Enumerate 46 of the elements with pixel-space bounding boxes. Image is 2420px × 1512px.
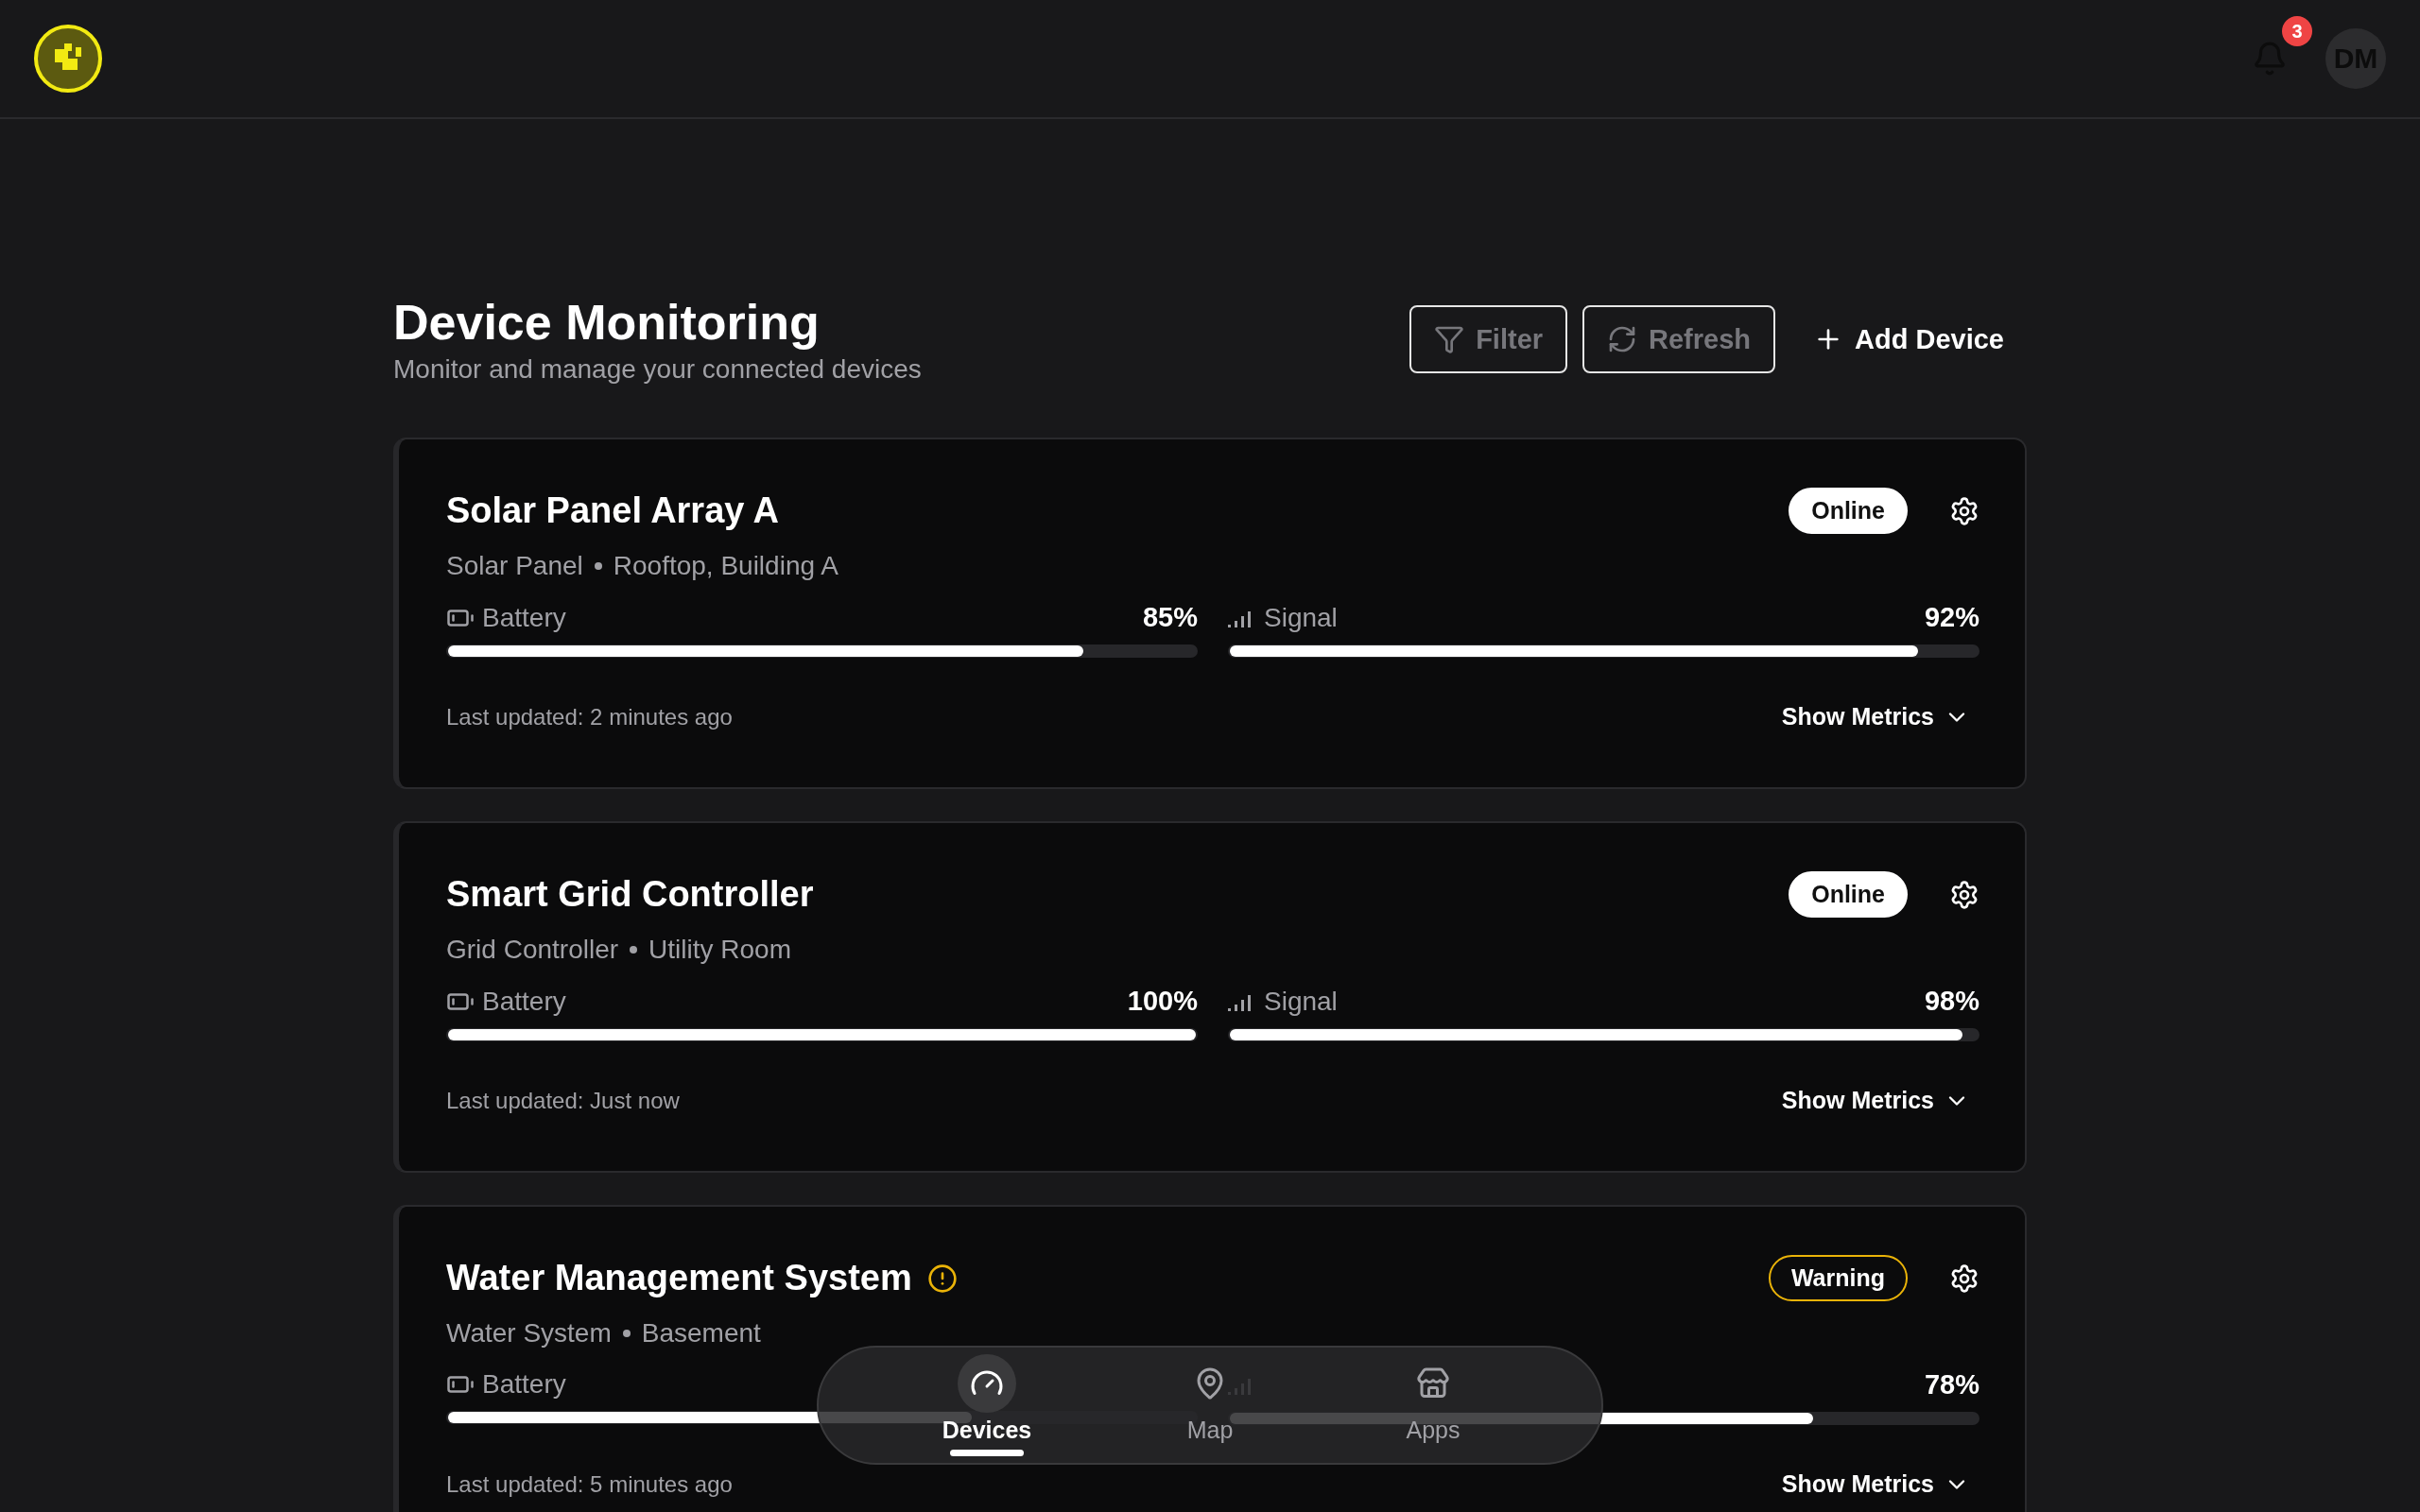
metric-label: Signal xyxy=(1264,602,1338,633)
metric-label: Battery xyxy=(482,986,566,1017)
filter-icon xyxy=(1434,324,1465,354)
status-badge: Warning xyxy=(1768,1255,1908,1301)
metric-label: Battery xyxy=(482,602,566,633)
device-type: Solar Panel xyxy=(446,551,583,581)
logo-icon xyxy=(34,25,102,93)
metric-label: Battery xyxy=(482,1369,566,1400)
separator-dot xyxy=(630,946,638,954)
show-metrics-button[interactable]: Show Metrics xyxy=(1781,1087,1979,1114)
metric-value: 85% xyxy=(1142,602,1198,633)
metric-label: Signal xyxy=(1264,986,1338,1017)
toolbar-button[interactable]: Refresh xyxy=(1582,305,1776,373)
separator-dot xyxy=(622,1330,631,1337)
metric-value: 92% xyxy=(1924,602,1979,633)
settings-button[interactable] xyxy=(1949,879,1979,910)
device-name: Solar Panel Array A xyxy=(446,490,779,531)
page-subtitle: Monitor and manage your connected devices xyxy=(393,354,922,385)
page-title: Device Monitoring xyxy=(393,294,821,351)
settings-button[interactable] xyxy=(1949,1263,1979,1294)
notification-count: 3 xyxy=(2282,16,2312,46)
last-updated: Last updated: 5 minutes ago xyxy=(446,1470,733,1498)
nav-tab[interactable]: Apps xyxy=(1367,1353,1499,1457)
settings-button[interactable] xyxy=(1949,495,1979,526)
metric-value: 98% xyxy=(1924,986,1979,1017)
status-badge: Online xyxy=(1789,871,1908,918)
device-location: Utility Room xyxy=(648,935,791,965)
device-type: Grid Controller xyxy=(446,935,619,965)
device-location: Rooftop, Building A xyxy=(613,551,838,581)
metric-value: 78% xyxy=(1924,1369,1979,1400)
device-name: Water Management System xyxy=(446,1258,912,1298)
device-type: Water System xyxy=(446,1318,612,1349)
add-button[interactable]: Add Device xyxy=(1790,305,2027,373)
last-updated: Last updated: Just now xyxy=(446,1087,680,1114)
separator-dot xyxy=(594,562,602,570)
nav-tab[interactable]: Devices xyxy=(921,1353,1053,1457)
device-location: Basement xyxy=(641,1318,761,1349)
store-icon xyxy=(1416,1366,1450,1400)
show-metrics-button[interactable]: Show Metrics xyxy=(1781,1470,1979,1498)
device-name: Smart Grid Controller xyxy=(446,874,814,915)
last-updated: Last updated: 2 minutes ago xyxy=(446,703,733,730)
toolbar-button[interactable]: Filter xyxy=(1409,305,1568,373)
nav-tab[interactable]: Map xyxy=(1144,1353,1276,1457)
status-badge: Online xyxy=(1789,488,1908,534)
metric-value: 100% xyxy=(1127,986,1198,1017)
show-metrics-button[interactable]: Show Metrics xyxy=(1781,703,1979,730)
